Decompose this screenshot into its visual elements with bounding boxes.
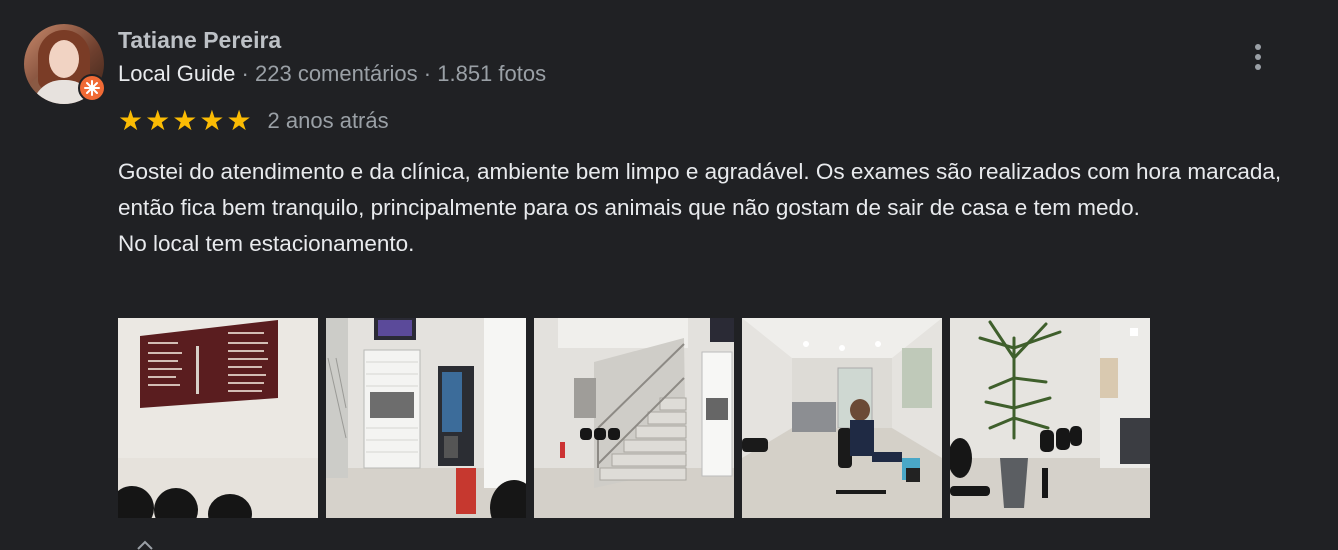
more-vert-icon[interactable] [1246,40,1270,74]
reviewer-name[interactable]: Tatiane Pereira [118,27,281,54]
star-icon: ★ [118,104,144,137]
review-text: Gostei do atendimento e da clínica, ambi… [118,159,1282,256]
review-time: 2 anos atrás [267,108,389,133]
photos-count: 1.851 fotos [437,61,547,86]
star-icon: ★ [172,104,198,137]
plant-waiting-area-photo [950,318,1150,518]
star-icon: ★ [145,104,171,137]
meta-separator: · [241,61,249,86]
avatar[interactable] [24,24,106,104]
review-photo[interactable] [534,318,734,518]
meta-separator: · [423,61,432,86]
star-icon: ★ [199,104,225,137]
star-rating: ★ ★ ★ ★ ★ [118,106,252,136]
review-photo[interactable] [742,318,942,518]
photo-strip [118,318,1150,518]
star-icon: ★ [226,104,252,137]
local-guide-badge-icon [78,74,106,102]
specialties-sign-photo [118,318,318,518]
stairs-photo [534,318,734,518]
review-photo[interactable] [326,318,526,518]
rating-row: ★ ★ ★ ★ ★ 2 anos atrás [118,106,389,136]
reviews-count: 223 comentários [255,61,418,86]
local-guide-label: Local Guide [118,61,236,86]
chevron-up-icon[interactable] [136,540,154,550]
reception-door-vending-photo [326,318,526,518]
waiting-room-photo [742,318,942,518]
review-card: Tatiane Pereira Local Guide · 223 coment… [0,0,1338,550]
reviewer-meta: Local Guide · 223 comentários · 1.851 fo… [118,61,546,87]
review-photo[interactable] [950,318,1150,518]
review-photo[interactable] [118,318,318,518]
